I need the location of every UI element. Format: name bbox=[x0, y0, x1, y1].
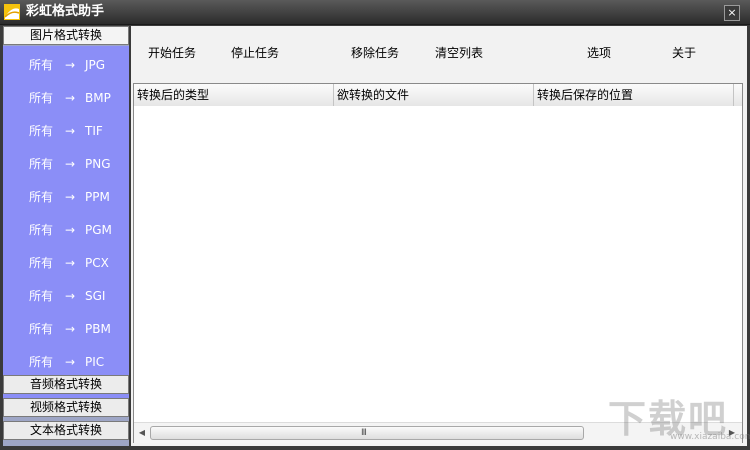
arrow-icon: → bbox=[65, 157, 76, 171]
format-source: 所有 bbox=[29, 256, 54, 270]
format-item-pbm[interactable]: 所有 → PBM bbox=[3, 313, 129, 346]
format-target: TIF bbox=[85, 124, 103, 138]
format-source: 所有 bbox=[29, 157, 54, 171]
title-bar: 彩虹格式助手 × bbox=[0, 0, 750, 25]
start-task-button[interactable]: 开始任务 bbox=[148, 45, 196, 61]
format-target: SGI bbox=[85, 289, 106, 303]
arrow-icon: → bbox=[65, 223, 76, 237]
format-source: 所有 bbox=[29, 58, 54, 72]
stop-task-button[interactable]: 停止任务 bbox=[231, 45, 279, 61]
arrow-icon: → bbox=[65, 190, 76, 204]
format-source: 所有 bbox=[29, 223, 54, 237]
format-target: PNG bbox=[85, 157, 111, 171]
format-item-ppm[interactable]: 所有 → PPM bbox=[3, 181, 129, 214]
category-text-conversion[interactable]: 文本格式转换 bbox=[3, 421, 129, 440]
close-button[interactable]: × bbox=[724, 5, 740, 21]
app-logo-icon bbox=[4, 4, 20, 20]
format-item-pgm[interactable]: 所有 → PGM bbox=[3, 214, 129, 247]
category-image-conversion[interactable]: 图片格式转换 bbox=[3, 26, 129, 45]
options-button[interactable]: 选项 bbox=[587, 45, 611, 61]
format-source: 所有 bbox=[29, 322, 54, 336]
format-target: JPG bbox=[85, 58, 106, 72]
scroll-thumb[interactable]: III bbox=[150, 426, 584, 440]
category-audio-conversion[interactable]: 音频格式转换 bbox=[3, 375, 129, 394]
arrow-icon: → bbox=[65, 58, 76, 72]
arrow-icon: → bbox=[65, 124, 76, 138]
watermark-url: www.xiazaiba.com bbox=[670, 432, 750, 442]
main-panel: 开始任务 停止任务 移除任务 清空列表 选项 关于 转换后的类型 欲转换的文件 … bbox=[131, 26, 747, 446]
format-list: 所有 → JPG 所有 → BMP 所有 → TIF 所有 → PNG 所有 → bbox=[3, 46, 129, 398]
column-header-source-file[interactable]: 欲转换的文件 bbox=[334, 84, 534, 106]
arrow-icon: → bbox=[65, 256, 76, 270]
format-item-sgi[interactable]: 所有 → SGI bbox=[3, 280, 129, 313]
format-source: 所有 bbox=[29, 91, 54, 105]
clear-list-button[interactable]: 清空列表 bbox=[435, 45, 483, 61]
format-source: 所有 bbox=[29, 190, 54, 204]
list-body[interactable] bbox=[134, 106, 742, 422]
category-video-conversion[interactable]: 视频格式转换 bbox=[3, 398, 129, 417]
format-target: PCX bbox=[85, 256, 109, 270]
sidebar: 图片格式转换 所有 → JPG 所有 → BMP 所有 → TIF 所有 → P… bbox=[3, 26, 129, 446]
format-target: PGM bbox=[85, 223, 112, 237]
toolbar: 开始任务 停止任务 移除任务 清空列表 选项 关于 bbox=[131, 26, 747, 81]
format-item-tif[interactable]: 所有 → TIF bbox=[3, 115, 129, 148]
arrow-icon: → bbox=[65, 289, 76, 303]
window-title: 彩虹格式助手 bbox=[26, 4, 105, 19]
column-header-target-type[interactable]: 转换后的类型 bbox=[134, 84, 334, 106]
scroll-left-icon[interactable]: ◀ bbox=[136, 426, 148, 440]
scroll-grip-icon: III bbox=[361, 428, 367, 438]
format-target: BMP bbox=[85, 91, 111, 105]
list-header: 转换后的类型 欲转换的文件 转换后保存的位置 bbox=[134, 84, 742, 107]
format-item-bmp[interactable]: 所有 → BMP bbox=[3, 82, 129, 115]
arrow-icon: → bbox=[65, 91, 76, 105]
format-item-jpg[interactable]: 所有 → JPG bbox=[3, 49, 129, 82]
arrow-icon: → bbox=[65, 322, 76, 336]
format-source: 所有 bbox=[29, 289, 54, 303]
format-target: PBM bbox=[85, 322, 111, 336]
format-item-png[interactable]: 所有 → PNG bbox=[3, 148, 129, 181]
remove-task-button[interactable]: 移除任务 bbox=[351, 45, 399, 61]
format-target: PPM bbox=[85, 190, 110, 204]
about-button[interactable]: 关于 bbox=[672, 45, 696, 61]
app-window: 彩虹格式助手 × 图片格式转换 所有 → JPG 所有 → BMP 所有 → T… bbox=[0, 0, 750, 450]
watermark: 下载吧 www.xiazaiba.com bbox=[608, 388, 750, 442]
column-header-save-location[interactable]: 转换后保存的位置 bbox=[534, 84, 734, 106]
format-item-pcx[interactable]: 所有 → PCX bbox=[3, 247, 129, 280]
format-source: 所有 bbox=[29, 124, 54, 138]
